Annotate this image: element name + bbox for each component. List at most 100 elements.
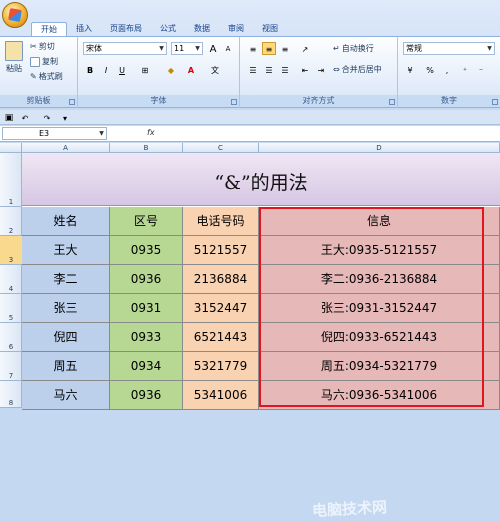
cell-name[interactable]: 张三 (22, 294, 110, 323)
cell-area-code[interactable]: 0936 (110, 381, 183, 410)
header-name[interactable]: 姓名 (22, 207, 110, 236)
cell-area-code[interactable]: 0931 (110, 294, 183, 323)
font-name-select[interactable]: 宋体 ▼ (83, 42, 167, 55)
paste-label: 粘贴 (6, 64, 22, 73)
row-header[interactable]: 5 (0, 294, 22, 323)
column-header-d[interactable]: D (259, 143, 500, 153)
row-header[interactable]: 4 (0, 265, 22, 294)
merge-center-button[interactable]: ⇔ 合并后居中 (333, 64, 382, 75)
chevron-down-icon: ▼ (195, 45, 200, 52)
tab-insert[interactable]: 插入 (67, 22, 101, 36)
cut-button[interactable]: ✂ 剪切 (30, 41, 55, 52)
fill-color-icon[interactable]: ◆ (164, 63, 178, 76)
tab-home[interactable]: 开始 (31, 22, 67, 36)
row-header[interactable]: 6 (0, 323, 22, 352)
wrap-icon: ↵ (333, 44, 340, 53)
italic-button[interactable]: I (99, 63, 113, 76)
cell-name[interactable]: 倪四 (22, 323, 110, 352)
phonetic-icon[interactable]: 文 (208, 63, 222, 76)
borders-icon[interactable]: ⊞ (138, 63, 152, 76)
ribbon-tabs: 开始 插入 页面布局 公式 数据 审阅 视图 (31, 22, 287, 36)
align-left-icon[interactable]: ☰ (246, 63, 260, 76)
cell-area-code[interactable]: 0935 (110, 236, 183, 265)
ribbon-body: 粘贴 ✂ 剪切 复制 ✎ 格式刷 剪贴板 宋体 ▼ 11 ▼ A A B I U ⊞ ◆… (0, 36, 500, 108)
cell-name[interactable]: 周五 (22, 352, 110, 381)
chevron-down-icon: ▼ (159, 45, 164, 52)
column-header-b[interactable]: B (110, 143, 183, 153)
decrease-decimal-icon[interactable]: ⁻ (474, 63, 488, 76)
redo-icon[interactable]: ↷ (40, 111, 54, 124)
clipboard-group: 粘贴 ✂ 剪切 复制 ✎ 格式刷 剪贴板 (0, 37, 78, 108)
column-header-c[interactable]: C (183, 143, 259, 153)
grow-font-button[interactable]: A (206, 42, 220, 55)
row-header[interactable]: 2 (0, 207, 22, 236)
alignment-launcher-icon[interactable] (389, 99, 395, 105)
office-button[interactable] (2, 2, 28, 28)
shrink-font-button[interactable]: A (221, 42, 235, 55)
row-header[interactable]: 8 (0, 381, 22, 408)
tab-page-layout[interactable]: 页面布局 (101, 22, 151, 36)
cell-area-code[interactable]: 0934 (110, 352, 183, 381)
copy-button[interactable]: 复制 (30, 56, 58, 67)
number-group-label: 数字 (398, 95, 500, 107)
row-header[interactable]: 3 (0, 236, 22, 265)
font-size-select[interactable]: 11 ▼ (171, 42, 203, 55)
number-format-select[interactable]: 常规 ▼ (403, 42, 495, 55)
save-icon[interactable]: ▣ (2, 111, 16, 124)
align-right-icon[interactable]: ☰ (278, 63, 292, 76)
align-middle-icon[interactable]: ≡ (262, 42, 276, 55)
underline-button[interactable]: U (115, 63, 129, 76)
cell-phone[interactable]: 5341006 (183, 381, 259, 410)
name-box[interactable]: E3 ▼ (2, 127, 107, 140)
orientation-icon[interactable]: ↗ (298, 42, 312, 55)
indent-decrease-icon[interactable]: ⇤ (298, 63, 312, 76)
header-phone[interactable]: 电话号码 (183, 207, 259, 236)
tab-view[interactable]: 视图 (253, 22, 287, 36)
cell-area-code[interactable]: 0933 (110, 323, 183, 352)
percent-button[interactable]: % (423, 63, 437, 76)
align-center-icon[interactable]: ☰ (262, 63, 276, 76)
chevron-down-icon: ▼ (487, 45, 492, 52)
clipboard-icon (5, 41, 23, 61)
cell-phone[interactable]: 5321779 (183, 352, 259, 381)
cell-name[interactable]: 王大 (22, 236, 110, 265)
wrap-text-button[interactable]: ↵ 自动换行 (333, 43, 374, 54)
row-header[interactable]: 1 (0, 153, 22, 207)
cell-area-code[interactable]: 0936 (110, 265, 183, 294)
number-launcher-icon[interactable] (492, 99, 498, 105)
currency-icon[interactable]: ¥ (403, 63, 417, 76)
align-bottom-icon[interactable]: ≡ (278, 42, 292, 55)
indent-increase-icon[interactable]: ⇥ (314, 63, 328, 76)
office-logo-icon (8, 8, 22, 22)
select-all-corner[interactable] (0, 143, 22, 153)
cut-label: 剪切 (38, 42, 55, 51)
font-color-icon[interactable]: A (184, 63, 198, 76)
cell-phone[interactable]: 5121557 (183, 236, 259, 265)
cell-phone[interactable]: 3152447 (183, 294, 259, 323)
font-name-value: 宋体 (86, 44, 102, 53)
tab-data[interactable]: 数据 (185, 22, 219, 36)
align-top-icon[interactable]: ≡ (246, 42, 260, 55)
cell-phone[interactable]: 6521443 (183, 323, 259, 352)
comma-button[interactable]: , (440, 63, 454, 76)
header-area-code[interactable]: 区号 (110, 207, 183, 236)
function-icon[interactable]: fx (147, 128, 155, 137)
sheet-title[interactable]: “&”的用法 (22, 153, 500, 206)
format-painter-label: 格式刷 (38, 72, 63, 81)
undo-icon[interactable]: ↶ (18, 111, 32, 124)
cell-name[interactable]: 李二 (22, 265, 110, 294)
worksheet-grid[interactable]: “&”的用法 姓名 区号 电话号码 信息 王大 0935 5121557 王大:0935-51… (22, 153, 500, 520)
column-header-a[interactable]: A (22, 143, 110, 153)
format-painter-button[interactable]: ✎ 格式刷 (30, 71, 63, 82)
tab-review[interactable]: 审阅 (219, 22, 253, 36)
cell-name[interactable]: 马六 (22, 381, 110, 410)
bold-button[interactable]: B (83, 63, 97, 76)
row-header[interactable]: 7 (0, 352, 22, 381)
increase-decimal-icon[interactable]: ⁺ (458, 63, 472, 76)
paste-button[interactable]: 粘贴 (5, 41, 23, 74)
cell-phone[interactable]: 2136884 (183, 265, 259, 294)
font-launcher-icon[interactable] (231, 99, 237, 105)
tab-formulas[interactable]: 公式 (151, 22, 185, 36)
customize-icon[interactable]: ▾ (58, 111, 72, 124)
clipboard-launcher-icon[interactable] (69, 99, 75, 105)
